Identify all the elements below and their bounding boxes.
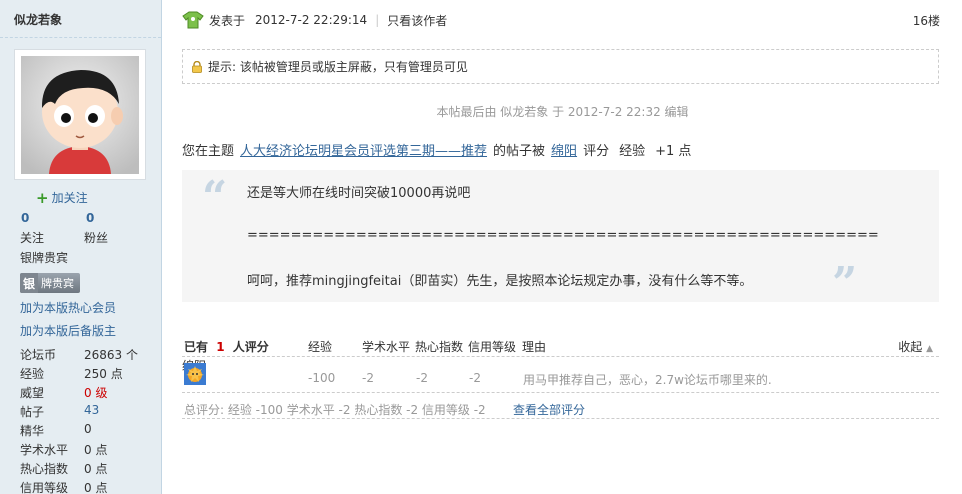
info-key: 论坛币 — [20, 348, 57, 362]
topic-link[interactable]: 人大经济论坛明星会员评选第三期——推荐 — [240, 140, 487, 159]
online-status-icon — [182, 11, 204, 29]
rater-link[interactable]: 绵阳 — [551, 140, 577, 159]
rating-count: 已有 1 人评分 — [184, 338, 269, 355]
rating-table: 已有 1 人评分 经验 学术水平 热心指数 信用等级 理由 收起 ▲ 绵阳 -1… — [182, 333, 939, 419]
following-label: 关注 — [20, 231, 45, 245]
divider: | — [375, 13, 380, 27]
plus-icon: + — [36, 188, 49, 207]
info-key: 学术水平 — [20, 443, 69, 457]
user-rank: 银牌贵宾 — [20, 251, 69, 265]
rating-total: 总评分: 经验 -100 学术水平 -2 热心指数 -2 信用等级 -2 查看全… — [182, 393, 939, 419]
info-key: 信用等级 — [20, 481, 69, 494]
info-key: 热心指数 — [20, 462, 69, 476]
info-value: 0 点 — [84, 443, 108, 457]
medal-char: 银 — [20, 273, 38, 293]
arrow-up-icon: ▲ — [926, 344, 933, 354]
info-key: 精华 — [20, 424, 45, 438]
post-time: 2012-7-2 22:29:14 — [255, 13, 368, 27]
notice-text: 提示: 该帖被管理员或版主屏蔽，只有管理员可见 — [208, 60, 468, 74]
avatar[interactable] — [14, 49, 146, 180]
rating-header: 已有 1 人评分 经验 学术水平 热心指数 信用等级 理由 收起 ▲ — [182, 333, 939, 357]
rate-suffix-1: 评分 — [583, 144, 610, 159]
rate-suffix-3: +1 点 — [655, 144, 692, 159]
open-quote-icon: “ — [202, 172, 228, 223]
rate-mid: 的帖子被 — [493, 144, 546, 159]
fans-label: 粉丝 — [84, 231, 109, 245]
info-key: 威望 — [20, 386, 45, 400]
author-username[interactable]: 似龙若象 — [0, 0, 161, 38]
info-row-digest: 精华 0 — [20, 422, 150, 440]
medal-text: 牌贵宾 — [41, 277, 74, 290]
quote-line-3: 呵呵，推荐mingjingfeitai（即苗实）先生，是按照本论坛规定办事，没有… — [247, 274, 753, 289]
col-academic: 学术水平 — [362, 340, 411, 354]
author-sidebar: 似龙若象 + 加关注 0 关注 0 粉丝 银牌贵宾 银 牌贵宾 加为本版热心会员… — [0, 0, 162, 494]
info-row-posts: 帖子 43 — [20, 403, 150, 421]
info-value-link[interactable]: 43 — [84, 403, 99, 417]
rating-row: 绵阳 -100 -2 -2 -2 用马甲推荐自己，恶心，2.7w论坛币哪里来的. — [182, 357, 939, 393]
author-only-link[interactable]: 只看该作者 — [387, 12, 447, 29]
info-key: 经验 — [20, 367, 45, 381]
post-content: 发表于 2012-7-2 22:29:14 | 只看该作者 16楼 提示: 该帖… — [163, 0, 962, 494]
rate-suffix-2: 经验 — [619, 144, 646, 159]
col-credit: 信用等级 — [468, 340, 517, 354]
info-value: 250 点 — [84, 367, 123, 381]
close-quote-icon: ” — [832, 258, 858, 309]
lock-icon — [192, 60, 202, 73]
collapse-label: 收起 — [898, 340, 923, 354]
quote-line-1: 还是等大师在线时间突破10000再说吧 — [247, 186, 471, 201]
col-reason: 理由 — [522, 340, 547, 354]
rate-academic-value: -2 — [362, 371, 374, 385]
rater-avatar[interactable] — [184, 363, 206, 385]
info-value: 0 点 — [84, 462, 108, 476]
info-row-credit: 信用等级 0 点 — [20, 479, 150, 494]
info-row-exp: 经验 250 点 — [20, 365, 150, 383]
floor-number[interactable]: 16楼 — [913, 12, 940, 29]
last-edit-info: 本帖最后由 似龙若象 于 2012-7-2 22:32 编辑 — [436, 105, 689, 119]
add-hot-member-link[interactable]: 加为本版热心会员 — [20, 299, 116, 316]
posted-label: 发表于 — [209, 13, 246, 28]
rate-exp-value: -100 — [308, 371, 336, 385]
post-header: 发表于 2012-7-2 22:29:14 | 只看该作者 — [181, 10, 941, 30]
info-row-enthusiasm: 热心指数 0 点 — [20, 460, 150, 478]
rate-credit-value: -2 — [469, 371, 481, 385]
info-value: 0 — [84, 422, 92, 436]
rating-notice: 您在主题 人大经济论坛明星会员评选第三期——推荐 的帖子被 绵阳 评分 经验 +… — [182, 140, 691, 159]
col-exp: 经验 — [308, 340, 333, 354]
count-number: 1 — [216, 340, 225, 354]
rate-enthusiasm-value: -2 — [416, 371, 428, 385]
info-value: 0 级 — [84, 386, 108, 400]
quote-block: “ 还是等大师在线时间突破10000再说吧 ==================… — [182, 170, 939, 309]
fans-count[interactable]: 0 — [86, 211, 94, 225]
count-suffix: 人评分 — [232, 340, 269, 354]
rate-prefix: 您在主题 — [182, 144, 235, 159]
info-row-prestige: 威望 0 级 — [20, 384, 150, 402]
count-prefix: 已有 — [184, 340, 209, 354]
info-row-academic: 学术水平 0 点 — [20, 441, 150, 459]
col-enthusiasm: 热心指数 — [415, 340, 464, 354]
total-score: 总评分: 经验 -100 学术水平 -2 热心指数 -2 信用等级 -2 — [184, 403, 486, 417]
info-row-coins: 论坛币 26863 个 — [20, 346, 150, 364]
rate-reason: 用马甲推荐自己，恶心，2.7w论坛币哪里来的. — [523, 373, 772, 387]
follow-button[interactable]: + 加关注 — [36, 189, 88, 206]
info-key: 帖子 — [20, 405, 45, 419]
info-value: 0 点 — [84, 481, 108, 494]
view-all-ratings-link[interactable]: 查看全部评分 — [513, 401, 585, 418]
following-count[interactable]: 0 — [21, 211, 29, 225]
avatar-image — [21, 56, 139, 174]
follow-label: 加关注 — [51, 191, 88, 205]
add-backup-mod-link[interactable]: 加为本版后备版主 — [20, 322, 116, 339]
collapse-button[interactable]: 收起 ▲ — [898, 338, 933, 355]
info-value: 26863 个 — [84, 348, 138, 362]
moderation-notice: 提示: 该帖被管理员或版主屏蔽，只有管理员可见 — [182, 49, 939, 84]
rank-medal: 银 牌贵宾 — [20, 273, 80, 293]
quote-line-2: ========================================… — [247, 228, 879, 243]
